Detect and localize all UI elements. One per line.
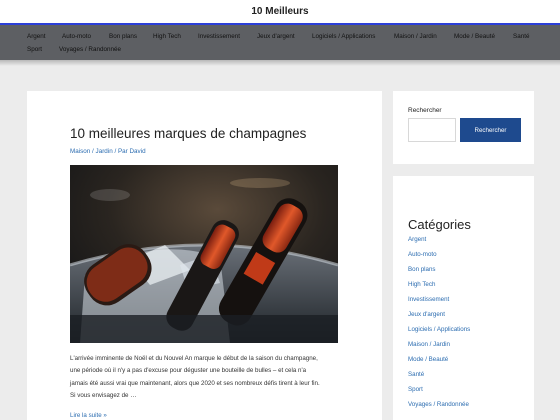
nav-item-argent[interactable]: Argent: [27, 33, 46, 40]
nav-item-logiciels[interactable]: Logiciels / Applications: [312, 33, 375, 40]
nav-item-jeux-dargent[interactable]: Jeux d'argent: [257, 33, 295, 40]
category-link-investissement[interactable]: Investissement: [408, 296, 449, 303]
search-label: Rechercher: [408, 107, 442, 114]
category-link-sante[interactable]: Santé: [408, 371, 424, 378]
categories-title: Catégories: [408, 217, 471, 232]
champagne-bottles-photo[interactable]: [70, 165, 338, 343]
post-excerpt: L'arrivée imminente de Noël et du Nouvel…: [70, 353, 370, 403]
category-link-mode-beaute[interactable]: Mode / Beauté: [408, 356, 448, 363]
champagne-photo-illustration: [70, 165, 338, 343]
category-link-jeux-dargent[interactable]: Jeux d'argent: [408, 311, 445, 318]
excerpt-line: Si vous envisagez de …: [70, 392, 137, 400]
nav-item-high-tech[interactable]: High Tech: [153, 33, 181, 40]
category-link-argent[interactable]: Argent: [408, 236, 426, 243]
nav-item-sante[interactable]: Santé: [513, 33, 529, 40]
category-link-sport[interactable]: Sport: [408, 386, 423, 393]
post-meta[interactable]: Maison / Jardin / Par David: [70, 148, 146, 155]
search-input[interactable]: [408, 118, 456, 142]
nav-item-auto-moto[interactable]: Auto-moto: [62, 33, 91, 40]
nav-item-sport[interactable]: Sport: [27, 46, 42, 53]
category-link-logiciels[interactable]: Logiciels / Applications: [408, 326, 470, 333]
nav-item-bon-plans[interactable]: Bon plans: [109, 33, 137, 40]
category-link-voyages[interactable]: Voyages / Randonnée: [408, 401, 469, 408]
excerpt-line: L'arrivée imminente de Noël et du Nouvel…: [70, 355, 318, 362]
post-title[interactable]: 10 meilleures marques de champagnes: [70, 126, 306, 141]
category-link-high-tech[interactable]: High Tech: [408, 281, 435, 288]
search-button[interactable]: Rechercher: [460, 118, 521, 142]
main-navigation: [0, 25, 560, 60]
category-link-maison-jardin[interactable]: Maison / Jardin: [408, 341, 450, 348]
nav-item-mode-beaute[interactable]: Mode / Beauté: [454, 33, 495, 40]
excerpt-line: une période où il n'y a pas d'excuse pou…: [70, 367, 307, 375]
nav-item-investissement[interactable]: Investissement: [198, 33, 240, 40]
category-link-auto-moto[interactable]: Auto-moto: [408, 251, 437, 258]
nav-item-maison-jardin[interactable]: Maison / Jardin: [394, 33, 437, 40]
site-title[interactable]: 10 Meilleurs: [0, 6, 560, 17]
nav-shadow: [0, 60, 560, 66]
category-link-bon-plans[interactable]: Bon plans: [408, 266, 436, 273]
excerpt-line: jamais été aussi vrai que maintenant, al…: [70, 379, 320, 387]
read-more-link[interactable]: Lire la suite »: [70, 412, 107, 419]
nav-item-voyages[interactable]: Voyages / Randonnée: [59, 46, 121, 53]
